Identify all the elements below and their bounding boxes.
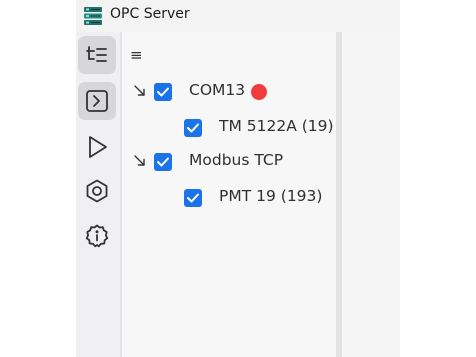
checkbox-pmt19[interactable] bbox=[184, 189, 202, 207]
tree-node-pmt19[interactable]: PMT 19 (193) bbox=[160, 186, 336, 212]
run-button[interactable] bbox=[78, 128, 116, 166]
node-label: Modbus TCP bbox=[189, 151, 284, 169]
hexagon-gear-icon bbox=[86, 179, 108, 203]
tree-node-modbus-tcp[interactable]: Modbus TCP bbox=[130, 150, 330, 176]
expand-arrow-icon[interactable] bbox=[132, 83, 148, 99]
tree-view-button[interactable] bbox=[78, 36, 116, 74]
tree-node-tm5122a[interactable]: TM 5122A (19) bbox=[160, 116, 336, 142]
settings-button[interactable] bbox=[78, 172, 116, 210]
play-icon bbox=[89, 136, 107, 158]
app-window: OPC Server ≡ COM13 TM 5122A (19) Modbus … bbox=[76, 0, 400, 357]
server-rack-icon bbox=[84, 7, 102, 25]
checkbox-tm5122a[interactable] bbox=[184, 119, 202, 137]
error-status-dot bbox=[251, 84, 267, 100]
checkmark-icon bbox=[187, 193, 199, 203]
node-label: COM13 bbox=[189, 81, 246, 99]
checkbox-com13[interactable] bbox=[154, 83, 172, 101]
tree-list-icon bbox=[86, 46, 107, 62]
tree-node-com13[interactable]: COM13 bbox=[130, 80, 330, 106]
node-label: PMT 19 (193) bbox=[219, 187, 323, 205]
window-title: OPC Server bbox=[110, 6, 190, 22]
activity-bar bbox=[76, 32, 120, 357]
console-button[interactable] bbox=[78, 82, 116, 120]
title-bar: OPC Server bbox=[76, 0, 400, 32]
info-badge-icon bbox=[85, 224, 109, 248]
info-button[interactable] bbox=[78, 217, 116, 255]
terminal-icon bbox=[86, 90, 108, 112]
checkmark-icon bbox=[157, 87, 169, 97]
checkmark-icon bbox=[187, 123, 199, 133]
device-tree-panel: ≡ COM13 TM 5122A (19) Modbus TCP PMT 19 … bbox=[122, 32, 336, 357]
content-panel bbox=[342, 32, 400, 357]
expand-arrow-icon[interactable] bbox=[132, 153, 148, 169]
tree-menu-button[interactable]: ≡ bbox=[130, 46, 148, 64]
node-label: TM 5122A (19) bbox=[219, 117, 334, 135]
checkbox-modbus-tcp[interactable] bbox=[154, 153, 172, 171]
checkmark-icon bbox=[157, 157, 169, 167]
